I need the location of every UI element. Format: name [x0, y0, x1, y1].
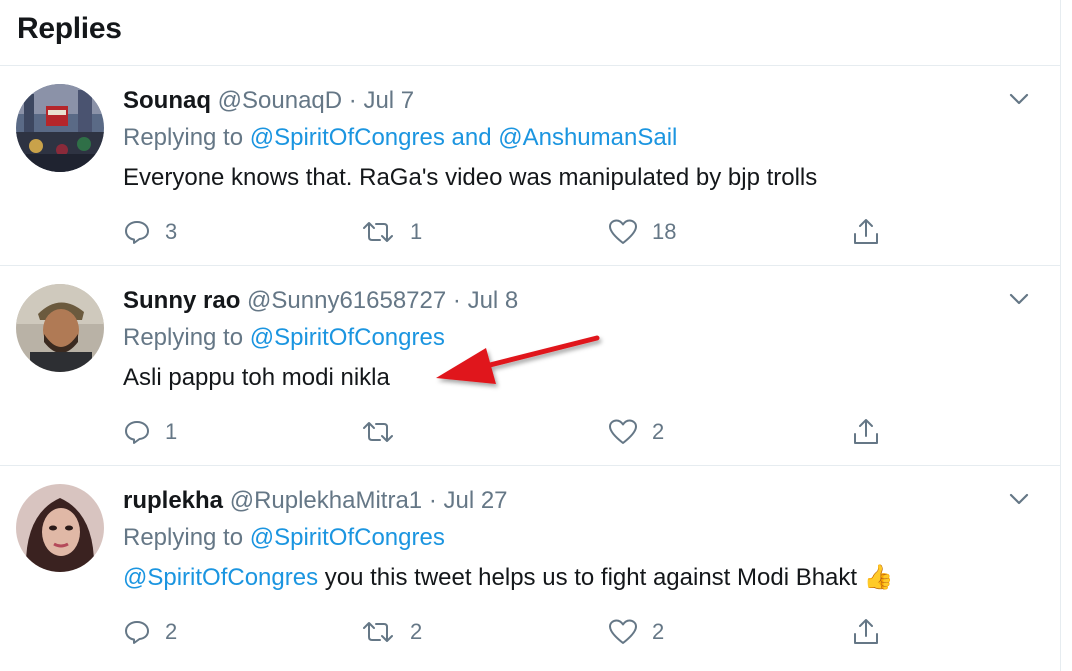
mention-link[interactable]: @SpiritOfCongres — [250, 124, 445, 151]
tweet-meta: ruplekha @RuplekhaMitra1 · Jul 27 — [123, 484, 1030, 518]
author-handle[interactable]: @SounaqD — [218, 87, 342, 114]
replying-prefix: Replying to — [123, 524, 244, 551]
replying-prefix: Replying to — [123, 124, 244, 151]
reply-count: 1 — [165, 419, 178, 444]
reply-button[interactable]: 3 — [123, 214, 177, 250]
author-handle[interactable]: @Sunny61658727 — [247, 287, 446, 314]
like-button[interactable]: 18 — [608, 214, 676, 250]
like-count: 2 — [652, 619, 665, 644]
author-handle[interactable]: @RuplekhaMitra1 — [230, 487, 422, 514]
replies-panel: Replies Sounaq @SounaqD · Jul 7 Replying… — [0, 0, 1061, 671]
tweet[interactable]: Sounaq @SounaqD · Jul 7 Replying to @Spi… — [0, 66, 1060, 266]
share-icon — [854, 219, 878, 244]
retweet-icon — [363, 622, 393, 642]
tweet-text: Everyone knows that. RaGa's video was ma… — [123, 164, 818, 191]
reply-icon — [125, 221, 149, 244]
reply-count: 2 — [165, 619, 178, 644]
reply-count: 3 — [165, 219, 178, 244]
mention-link[interactable]: @SpiritOfCongres — [250, 524, 445, 551]
tweet-date[interactable]: · Jul 27 — [429, 487, 508, 514]
like-button[interactable]: 2 — [608, 614, 664, 650]
chevron-down-icon[interactable] — [1006, 286, 1032, 312]
tweet-meta: Sounaq @SounaqD · Jul 7 — [123, 84, 1030, 118]
like-count: 2 — [652, 419, 665, 444]
share-icon — [854, 619, 878, 644]
tweet-meta: Sunny rao @Sunny61658727 · Jul 8 — [123, 284, 1030, 318]
mention-link[interactable]: @AnshumanSail — [498, 124, 677, 151]
author-name[interactable]: Sunny rao — [123, 287, 240, 314]
tweet-date[interactable]: · Jul 8 — [453, 287, 518, 314]
tweet-date[interactable]: · Jul 7 — [349, 87, 414, 114]
like-icon — [609, 419, 637, 444]
share-button[interactable] — [851, 214, 881, 250]
like-button[interactable]: 2 — [608, 414, 664, 450]
replying-to: Replying to @SpiritOfCongres — [123, 318, 1030, 358]
tweet[interactable]: Sunny rao @Sunny61658727 · Jul 8 Replyin… — [0, 266, 1060, 466]
share-button[interactable] — [851, 414, 881, 450]
retweet-button[interactable] — [360, 414, 410, 450]
replying-prefix: Replying to — [123, 324, 244, 351]
retweet-icon — [363, 422, 393, 442]
retweet-count: 1 — [410, 219, 423, 244]
tweet-actions: 3 1 18 — [123, 214, 893, 250]
like-count: 18 — [652, 219, 677, 244]
retweet-button[interactable]: 1 — [360, 214, 422, 250]
mention-link[interactable]: @SpiritOfCongres — [250, 324, 445, 351]
share-button[interactable] — [851, 614, 881, 650]
author-name[interactable]: ruplekha — [123, 487, 223, 514]
tweet-text: @SpiritOfCongres you this tweet helps us… — [123, 558, 1030, 598]
replies-header: Replies — [0, 0, 1060, 66]
retweet-button[interactable]: 2 — [360, 614, 422, 650]
tweet-actions: 2 2 2 — [123, 614, 893, 650]
author-name[interactable]: Sounaq — [123, 87, 211, 114]
avatar[interactable] — [16, 84, 104, 172]
chevron-down-icon[interactable] — [1006, 86, 1032, 112]
avatar[interactable] — [16, 284, 104, 372]
tweet-actions: 1 2 — [123, 414, 893, 450]
retweet-count: 2 — [410, 619, 423, 644]
page-title: Replies — [17, 12, 122, 45]
reply-button[interactable]: 2 — [123, 614, 177, 650]
replying-to: Replying to @SpiritOfCongres and @Anshum… — [123, 118, 1030, 158]
tweet[interactable]: ruplekha @RuplekhaMitra1 · Jul 27 Replyi… — [0, 466, 1060, 671]
like-icon — [609, 219, 637, 244]
tweet-text-body: you this tweet helps us to fight against… — [324, 564, 858, 591]
tweet-text: Asli pappu toh modi nikla — [123, 364, 390, 391]
mention-link[interactable]: @SpiritOfCongres — [123, 564, 318, 591]
reply-icon — [125, 421, 149, 444]
replying-joiner[interactable]: and — [452, 124, 492, 151]
reply-button[interactable]: 1 — [123, 414, 177, 450]
reply-icon — [125, 621, 149, 644]
chevron-down-icon[interactable] — [1006, 486, 1032, 512]
thumbs-up-emoji: 👍 — [863, 564, 894, 591]
avatar[interactable] — [16, 484, 104, 572]
replying-to: Replying to @SpiritOfCongres — [123, 518, 1030, 558]
like-icon — [609, 619, 637, 644]
share-icon — [854, 419, 878, 444]
retweet-icon — [363, 222, 393, 242]
